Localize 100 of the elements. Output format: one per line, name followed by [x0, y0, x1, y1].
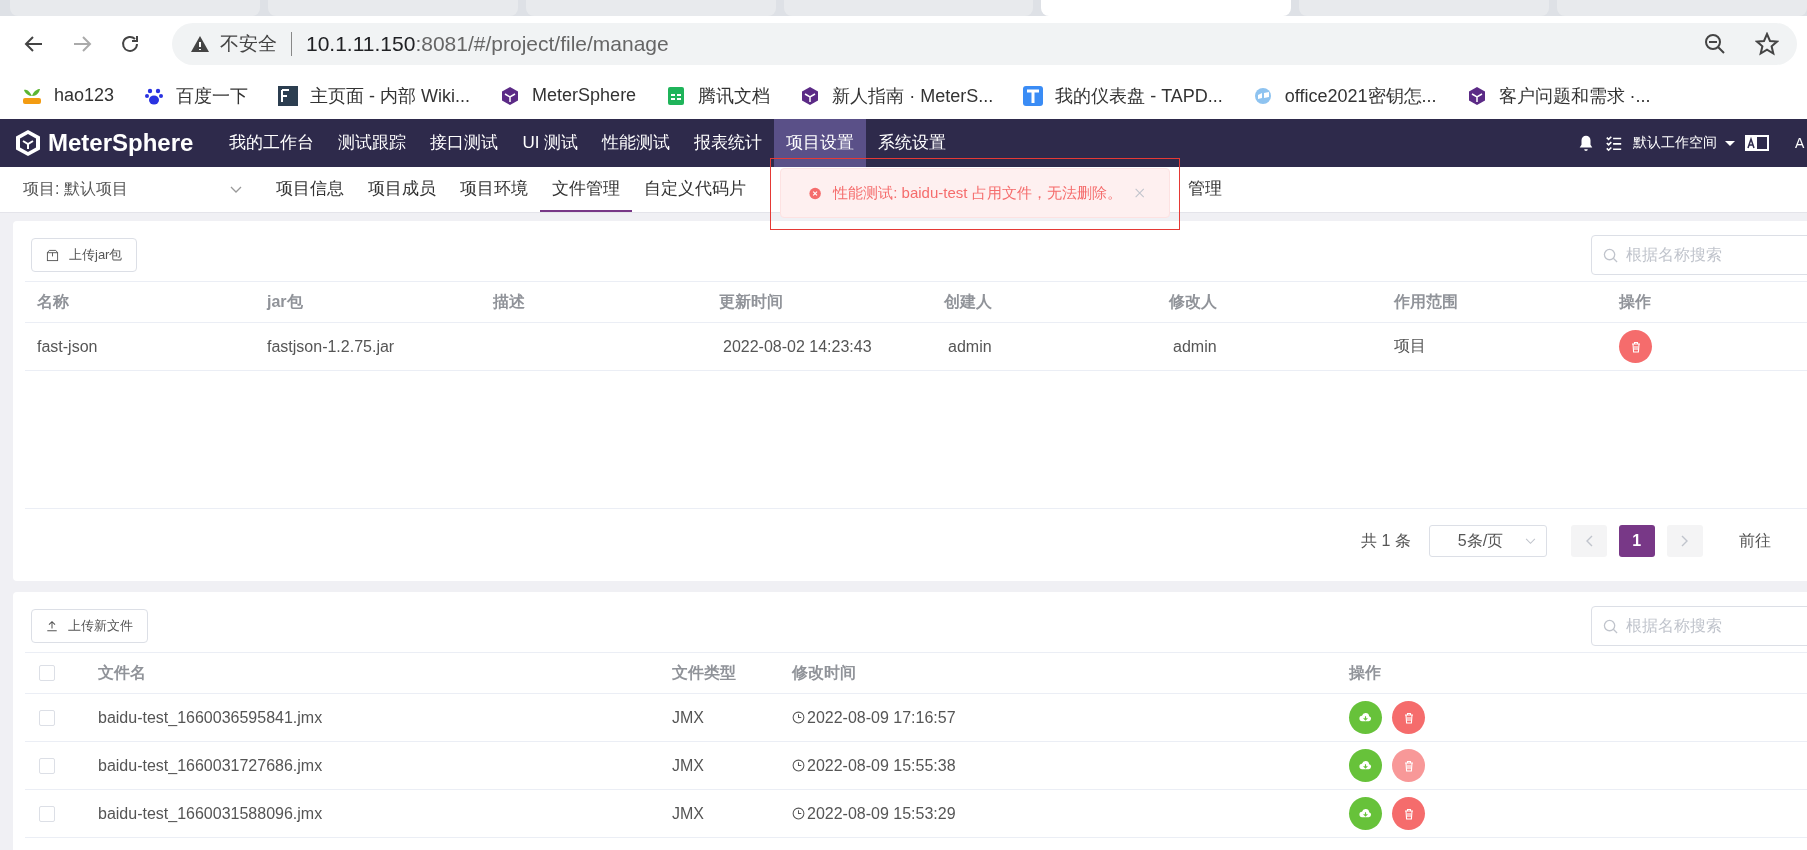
square-logo-icon [278, 85, 299, 106]
select-all-checkbox[interactable] [39, 665, 55, 681]
column-header: 作用范围 [1394, 291, 1459, 312]
warning-icon [190, 34, 210, 54]
cloud-download-icon [1359, 808, 1372, 819]
download-button[interactable] [1349, 701, 1382, 734]
bookmark[interactable]: 腾讯文档 [666, 83, 771, 108]
security-label: 不安全 [220, 32, 277, 56]
row-checkbox[interactable] [39, 709, 55, 726]
nav-item[interactable]: 接口测试 [418, 119, 511, 167]
close-icon[interactable] [1133, 186, 1145, 200]
chevron-down-icon [230, 185, 242, 194]
star-icon[interactable] [1755, 32, 1779, 56]
cube-logo-icon [14, 129, 42, 157]
bookmark[interactable]: office2021密钥怎... [1252, 83, 1437, 108]
table-cell-text: baidu-test_1660031727686.jmx [98, 756, 324, 775]
previous-page-button[interactable] [1570, 525, 1607, 557]
bookmark[interactable]: hao123 [22, 85, 115, 106]
sub-tab[interactable]: 项目环境 [448, 167, 540, 212]
toast-message: 性能测试: baidu-test 占用文件，无法删除。 [833, 183, 1122, 203]
upload-file-button[interactable]: 上传新文件 [31, 609, 148, 643]
nav-item[interactable]: 性能测试 [590, 119, 683, 167]
column-header: 更新时间 [719, 291, 784, 312]
clock-icon [792, 759, 805, 772]
delete-button[interactable] [1392, 797, 1425, 830]
table-cell-text: admin [947, 337, 993, 356]
column-header: 修改人 [1169, 291, 1218, 312]
search-icon [1603, 619, 1618, 634]
workspace-selector[interactable]: 默认工作空间 [1633, 134, 1717, 152]
column-header: 名称 [37, 291, 70, 312]
table-cell: 2022-08-09 15:53:29 [807, 804, 956, 823]
bell-icon[interactable] [1577, 134, 1595, 152]
bookmark-label: 腾讯文档 [698, 84, 771, 108]
nav-item[interactable]: UI 测试 [510, 119, 591, 167]
bookmark-label: 百度一下 [176, 84, 249, 108]
search-field[interactable]: 根据名称搜索 [1591, 235, 1807, 275]
download-button[interactable] [1349, 749, 1382, 782]
cube-icon [500, 85, 521, 106]
delete-button[interactable] [1619, 330, 1652, 363]
bookmark[interactable]: 客户问题和需求 ·... [1466, 83, 1651, 108]
nav-item[interactable]: 项目设置 [774, 119, 867, 167]
delete-button[interactable] [1392, 701, 1425, 734]
sub-tab[interactable]: 管理 [1176, 167, 1234, 212]
trash-icon [1629, 340, 1642, 353]
bookmark[interactable]: 我的仪表盘 - TAPD... [1023, 83, 1223, 108]
download-button[interactable] [1349, 797, 1382, 830]
bookmark-label: office2021密钥怎... [1284, 84, 1437, 108]
bookmark[interactable]: 主页面 - 内部 Wiki... [278, 83, 471, 108]
sub-tab[interactable]: 项目信息 [264, 167, 356, 212]
trash-icon [1402, 711, 1415, 724]
bookmark-label: MeterSphere [532, 85, 637, 106]
bookmark-label: 我的仪表盘 - TAPD... [1055, 84, 1223, 108]
project-select[interactable]: 项目: 默认项目 [23, 167, 242, 212]
cloud-download-icon [1359, 760, 1372, 771]
column-header: 文件名 [98, 662, 147, 683]
address-bar[interactable]: 不安全 10.1.11.150:8081/#/project/file/manage [172, 23, 1797, 65]
t-logo-icon [1023, 85, 1044, 106]
sub-tab[interactable]: 自定义代码片 [632, 167, 758, 212]
page-size-select[interactable]: 5条/页 [1428, 525, 1547, 557]
row-checkbox[interactable] [39, 757, 55, 774]
total-count: 共 1 条 [1361, 530, 1411, 551]
upload-jar-button[interactable]: 上传jar包 [31, 238, 138, 272]
cube-icon [1466, 85, 1487, 106]
table-cell-text: fast-json [37, 337, 99, 356]
next-page-button[interactable] [1666, 525, 1703, 557]
bookmark[interactable]: 新人指南 · MeterS... [800, 83, 994, 108]
column-header: 操作 [1619, 291, 1652, 312]
nav-item[interactable]: 系统设置 [866, 119, 959, 167]
language-label[interactable]: A [1795, 135, 1807, 151]
search-field[interactable]: 根据名称搜索 [1591, 606, 1807, 646]
bookmark-label: 新人指南 · MeterS... [832, 84, 994, 108]
caret-icon[interactable] [1725, 138, 1735, 148]
bookmark[interactable]: 百度一下 [144, 83, 249, 108]
bookmark-label: 客户问题和需求 ·... [1498, 84, 1651, 108]
translate-icon[interactable] [1745, 135, 1769, 151]
nav-item[interactable]: 测试跟踪 [326, 119, 419, 167]
clock-icon [792, 711, 805, 724]
sub-tab[interactable]: 项目成员 [356, 167, 448, 212]
nav-item[interactable]: 我的工作台 [217, 119, 327, 167]
nav-item[interactable]: 报表统计 [682, 119, 775, 167]
table-cell: 2022-08-09 15:55:38 [807, 756, 956, 775]
page-number-button[interactable]: 1 [1618, 525, 1655, 557]
bookmark[interactable]: MeterSphere [500, 85, 637, 106]
error-icon [809, 185, 822, 201]
task-list-icon[interactable] [1605, 134, 1623, 152]
table-cell: 2022-08-09 17:16:57 [807, 708, 956, 727]
column-header: 描述 [493, 291, 526, 312]
table-cell-text: fastjson-1.2.75.jar [267, 337, 396, 356]
row-checkbox[interactable] [39, 805, 55, 822]
trash-icon [1402, 759, 1415, 772]
upload-icon [46, 620, 58, 632]
table-cell-text: baidu-test_1660031588096.jmx [98, 804, 324, 823]
table-cell-text: JMX [672, 756, 705, 775]
column-header: 操作 [1349, 662, 1382, 683]
trash-icon [1402, 807, 1415, 820]
zoom-out-icon[interactable] [1703, 32, 1727, 56]
sub-tab[interactable]: 文件管理 [540, 167, 632, 212]
column-header: jar包 [267, 291, 304, 312]
chevron-left-icon [1584, 535, 1593, 547]
column-header: 修改时间 [792, 662, 857, 683]
